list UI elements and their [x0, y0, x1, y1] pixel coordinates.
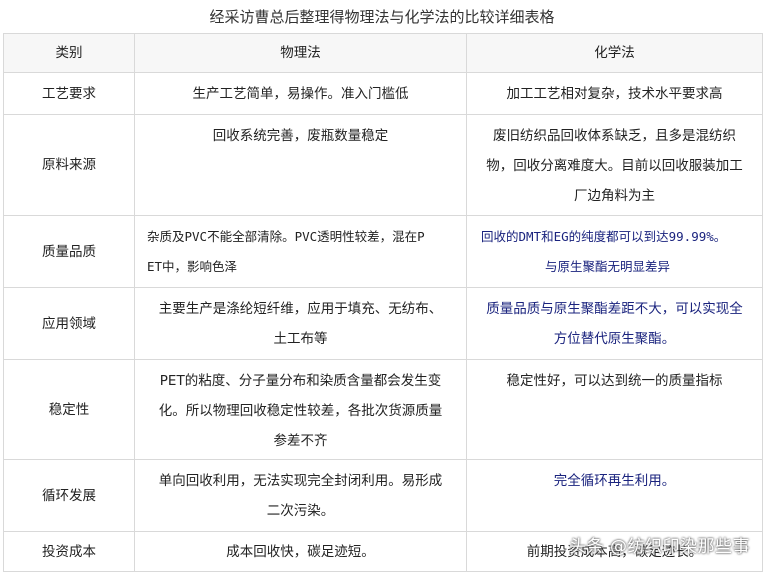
physical-cell: 单向回收利用，无法实现完全封闭利用。易形成 二次污染。: [134, 459, 467, 532]
table-title: 经采访曹总后整理得物理法与化学法的比较详细表格: [209, 8, 555, 26]
cell-line: 废旧纺织品回收体系缺乏，且多是混纺织: [493, 128, 736, 144]
cell-line: 质量品质与原生聚酯差距不大，可以实现全: [486, 301, 743, 317]
chemical-cell: 回收的DMT和EG的纯度都可以到达99.99%。 与原生聚酯无明显差异: [466, 215, 763, 288]
row-label: 稳定性: [3, 359, 135, 460]
cell-line: 二次污染。: [266, 503, 335, 519]
cell-line: 回收的DMT和EG的纯度都可以到达99.99%。: [481, 229, 727, 244]
chemical-cell: 完全循环再生利用。: [466, 459, 763, 532]
table-row: 原料来源 回收系统完善，废瓶数量稳定 废旧纺织品回收体系缺乏，且多是混纺织 物，…: [3, 114, 763, 216]
header-row: 类别 物理法 化学法: [3, 33, 763, 73]
cell-line: 方位替代原生聚酯。: [553, 331, 676, 347]
header-category: 类别: [3, 33, 135, 73]
row-label: 应用领域: [3, 287, 135, 360]
table-row: 质量品质 杂质及PVC不能全部清除。PVC透明性较差，混在P ET中，影响色泽 …: [3, 215, 763, 288]
table-row: 循环发展 单向回收利用，无法实现完全封闭利用。易形成 二次污染。 完全循环再生利…: [3, 459, 763, 532]
cell-line: 成本回收快，碳足迹短。: [226, 543, 375, 560]
cell-line: 生产工艺简单，易操作。准入门槛低: [192, 85, 409, 102]
physical-cell: 回收系统完善，废瓶数量稳定: [134, 114, 467, 216]
chemical-cell: 质量品质与原生聚酯差距不大，可以实现全 方位替代原生聚酯。: [466, 287, 763, 360]
row-label: 循环发展: [3, 459, 135, 532]
chemical-cell: 废旧纺织品回收体系缺乏，且多是混纺织 物，回收分离难度大。目前以回收服装加工 厂…: [466, 114, 763, 216]
chemical-cell: 稳定性好，可以达到统一的质量指标: [466, 359, 763, 460]
cell-line: 与原生聚酯无明显差异: [544, 259, 670, 274]
table-row: 稳定性 PET的粘度、分子量分布和染质含量都会发生变 化。所以物理回收稳定性较差…: [3, 359, 763, 460]
physical-cell: 成本回收快，碳足迹短。: [134, 531, 467, 572]
cell-line: 加工工艺相对复杂，技术水平要求高: [506, 85, 723, 102]
cell-line: 参差不齐: [273, 433, 328, 449]
cell-line: 土工布等: [273, 331, 328, 347]
comparison-table: 类别 物理法 化学法 工艺要求 生产工艺简单，易操作。准入门槛低 加工工艺相对复…: [3, 33, 763, 572]
row-label: 工艺要求: [3, 72, 135, 115]
cell-line: 厂边角料为主: [574, 188, 655, 204]
cell-line: 主要生产是涤纶短纤维，应用于填充、无纺布、: [158, 301, 443, 317]
cell-line: 完全循环再生利用。: [553, 473, 676, 489]
table-row: 应用领域 主要生产是涤纶短纤维，应用于填充、无纺布、 土工布等 质量品质与原生聚…: [3, 287, 763, 360]
cell-line: PET的粘度、分子量分布和染质含量都会发生变: [159, 373, 442, 389]
cell-line: 稳定性好，可以达到统一的质量指标: [506, 373, 723, 389]
physical-cell: PET的粘度、分子量分布和染质含量都会发生变 化。所以物理回收稳定性较差，各批次…: [134, 359, 467, 460]
cell-line: 化。所以物理回收稳定性较差，各批次货源质量: [158, 403, 443, 419]
cell-line: 杂质及PVC不能全部清除。PVC透明性较差，混在P: [147, 229, 425, 244]
row-label: 质量品质: [3, 215, 135, 288]
table-row: 工艺要求 生产工艺简单，易操作。准入门槛低 加工工艺相对复杂，技术水平要求高: [3, 72, 763, 115]
row-label: 投资成本: [3, 531, 135, 572]
row-label: 原料来源: [3, 114, 135, 216]
cell-line: 回收系统完善，废瓶数量稳定: [212, 128, 389, 144]
physical-cell: 杂质及PVC不能全部清除。PVC透明性较差，混在P ET中，影响色泽: [134, 215, 467, 288]
header-physical: 物理法: [134, 33, 467, 73]
chemical-cell: 加工工艺相对复杂，技术水平要求高: [466, 72, 763, 115]
cell-line: 物，回收分离难度大。目前以回收服装加工: [486, 158, 743, 174]
physical-cell: 生产工艺简单，易操作。准入门槛低: [134, 72, 467, 115]
cell-line: 单向回收利用，无法实现完全封闭利用。易形成: [158, 473, 443, 489]
physical-cell: 主要生产是涤纶短纤维，应用于填充、无纺布、 土工布等: [134, 287, 467, 360]
cell-line: ET中，影响色泽: [147, 259, 238, 274]
header-chemical: 化学法: [466, 33, 763, 73]
watermark: 头条 @纺织印染那些事: [569, 537, 750, 557]
